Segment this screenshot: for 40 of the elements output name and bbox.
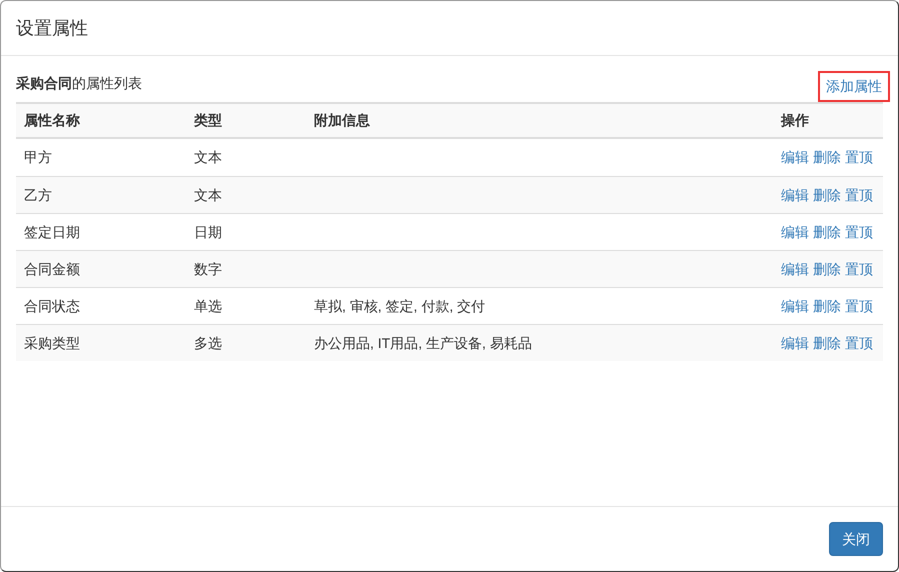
action-link[interactable]: 编辑 (781, 184, 809, 206)
table-cell: 甲方 (24, 149, 52, 165)
action-link[interactable]: 删除 (813, 222, 841, 242)
action-link[interactable]: 置顶 (845, 332, 873, 354)
table-cell: 合同状态 (24, 298, 80, 314)
column-header: 属性名称 (24, 112, 80, 128)
action-link[interactable]: 置顶 (845, 147, 873, 168)
action-link[interactable]: 置顶 (845, 296, 873, 316)
action-link[interactable]: 删除 (813, 258, 841, 280)
table-cell: 草拟, 审核, 签定, 付款, 交付 (314, 298, 486, 314)
action-link[interactable]: 编辑 (781, 147, 809, 168)
table-cell: 多选 (194, 334, 222, 350)
table-cell: 单选 (194, 298, 222, 314)
table-cell: 文本 (194, 186, 222, 202)
action-link[interactable]: 置顶 (845, 258, 873, 280)
table-cell: 数字 (194, 260, 222, 276)
action-link[interactable]: 编辑 (781, 332, 809, 354)
column-header: 类型 (194, 112, 222, 128)
table-cell: 合同金额 (24, 260, 80, 276)
table-cell: 签定日期 (24, 224, 80, 240)
action-link[interactable]: 删除 (813, 184, 841, 206)
dialog-title: 设置属性 (16, 16, 88, 40)
action-link[interactable]: 编辑 (781, 296, 809, 316)
table-cell: 文本 (194, 149, 222, 165)
table-cell: 采购类型 (24, 334, 80, 350)
table-cell: 办公用品, IT用品, 生产设备, 易耗品 (314, 334, 532, 350)
column-header: 操作 (781, 112, 809, 128)
action-link[interactable]: 置顶 (845, 222, 873, 242)
close-button[interactable]: 关闭 (829, 522, 883, 556)
action-link[interactable]: 编辑 (781, 222, 809, 242)
table-cell: 日期 (194, 224, 222, 240)
add-attribute-link[interactable]: 添加属性 (818, 71, 890, 102)
list-caption: 采购合同的属性列表 (16, 74, 142, 93)
action-link[interactable]: 置顶 (845, 184, 873, 206)
action-link[interactable]: 编辑 (781, 258, 809, 280)
action-link[interactable]: 删除 (813, 147, 841, 168)
action-link[interactable]: 删除 (813, 332, 841, 354)
action-link[interactable]: 删除 (813, 296, 841, 316)
table-cell: 乙方 (24, 186, 52, 202)
column-header: 附加信息 (314, 112, 370, 128)
